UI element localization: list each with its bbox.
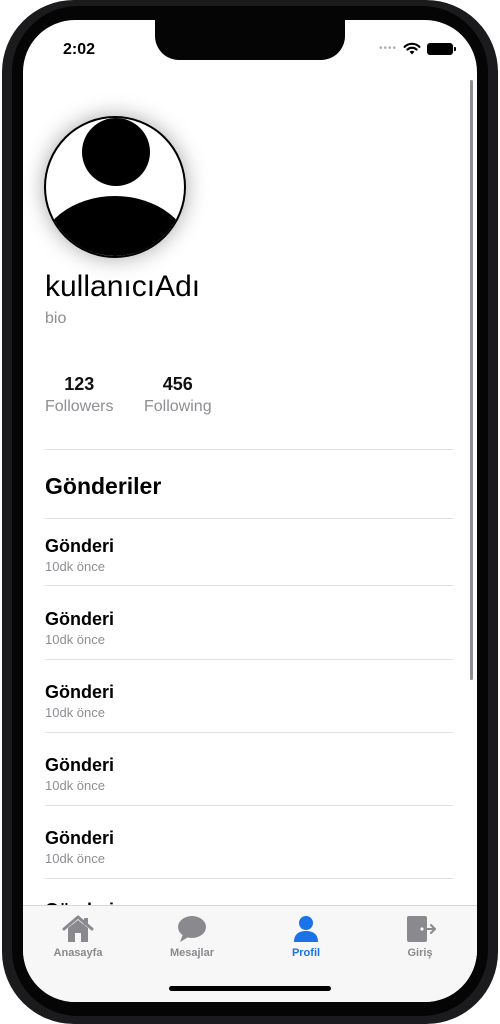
home-indicator[interactable]	[169, 986, 331, 991]
divider	[45, 518, 453, 519]
followers-count: 123	[64, 374, 95, 394]
followers-stat[interactable]: 123 Followers	[45, 374, 113, 416]
followers-label: Followers	[45, 398, 114, 415]
tab-label: Giriş	[407, 947, 433, 959]
post-title: Gönderi	[45, 609, 115, 629]
post-item[interactable]: Gönderi 10dk önce	[45, 755, 114, 793]
tab-giris[interactable]: Giriş	[375, 914, 465, 959]
tab-label: Anasayfa	[53, 947, 103, 959]
post-item[interactable]: Gönderi 10dk önce	[45, 682, 114, 720]
post-title: Gönderi	[45, 828, 115, 848]
avatar-body-shape	[46, 196, 184, 256]
post-title: Gönderi	[45, 682, 115, 702]
divider	[45, 449, 453, 450]
divider	[45, 659, 453, 660]
scroll-indicator[interactable]	[470, 80, 473, 680]
chat-bubble-icon	[178, 916, 206, 942]
logout-icon	[407, 916, 436, 942]
cellular-signal-icon: ••••	[378, 43, 397, 54]
post-title: Gönderi	[45, 536, 115, 556]
tab-profil[interactable]: Profil	[261, 914, 351, 959]
post-time: 10dk önce	[45, 705, 105, 720]
device-frame: 2:02 •••• kullanıcıAdı bio 123 Followers…	[0, 0, 500, 1024]
following-stat[interactable]: 456 Following	[144, 374, 212, 416]
status-indicators: ••••	[378, 42, 456, 55]
post-time: 10dk önce	[45, 632, 105, 647]
tab-label: Profil	[291, 947, 321, 959]
tab-anasayfa[interactable]: Anasayfa	[33, 914, 123, 959]
avatar-head-shape	[82, 118, 150, 186]
post-item[interactable]: Gönderi 10dk önce	[45, 536, 114, 574]
post-item[interactable]: Gönderi 10dk önce	[45, 609, 114, 647]
person-icon	[294, 916, 318, 942]
status-time: 2:02	[63, 41, 96, 58]
post-item[interactable]: Gönderi 10dk önce	[45, 828, 114, 866]
tab-label: Mesajlar	[169, 947, 215, 959]
divider	[45, 805, 453, 806]
divider	[45, 585, 453, 586]
battery-icon	[427, 42, 456, 55]
divider	[45, 878, 453, 879]
notch	[155, 20, 345, 60]
tab-mesajlar[interactable]: Mesajlar	[147, 914, 237, 959]
wifi-icon	[403, 42, 421, 55]
profile-username: kullanıcıAdı	[45, 270, 201, 303]
divider	[45, 732, 453, 733]
avatar[interactable]	[44, 116, 186, 258]
post-time: 10dk önce	[45, 559, 105, 574]
following-count: 456	[162, 374, 193, 394]
phone-screen: 2:02 •••• kullanıcıAdı bio 123 Followers…	[23, 20, 477, 1002]
posts-section-title: Gönderiler	[45, 473, 162, 499]
home-icon	[62, 915, 94, 942]
profile-bio: bio	[45, 310, 67, 327]
following-label: Following	[144, 398, 212, 415]
post-time: 10dk önce	[45, 778, 105, 793]
post-title: Gönderi	[45, 755, 115, 775]
post-time: 10dk önce	[45, 851, 105, 866]
